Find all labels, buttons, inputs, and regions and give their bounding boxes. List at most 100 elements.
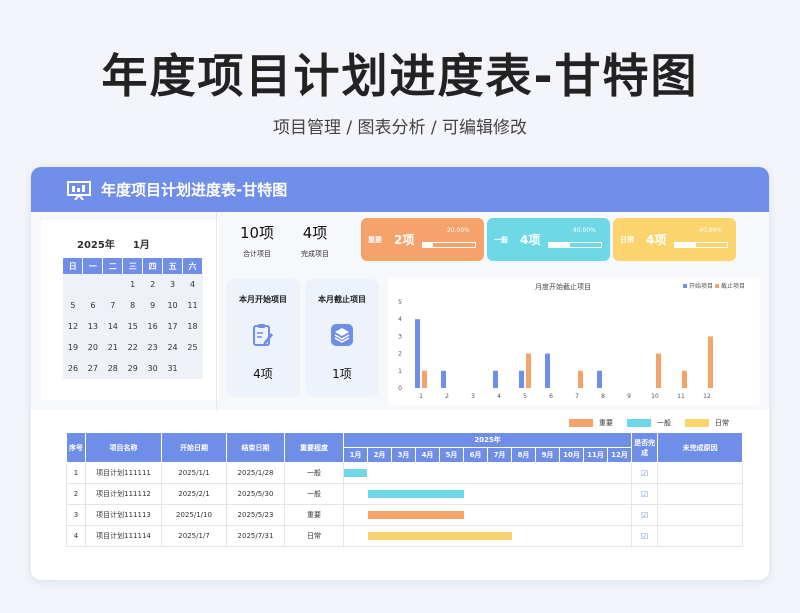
cell-reason[interactable]: [657, 462, 744, 484]
day-cell[interactable]: 28: [102, 358, 123, 379]
day-cell[interactable]: 16: [142, 316, 163, 337]
cell-start[interactable]: 2025/1/10: [161, 504, 227, 526]
cell-end[interactable]: 2025/1/28: [226, 462, 285, 484]
checkbox-checked-icon[interactable]: ☑: [641, 511, 648, 520]
cell-end[interactable]: 2025/7/31: [226, 525, 285, 547]
day-cell[interactable]: [182, 358, 203, 379]
day-cell[interactable]: 31: [162, 358, 183, 379]
sheet-card: 年度项目计划进度表-甘特图 2025年 1月 日 一 二 三 四 五 六 1234: [31, 167, 769, 580]
col-header-importance: 重要程度: [284, 432, 344, 463]
day-cell[interactable]: [63, 274, 83, 295]
cell-done[interactable]: ☑: [631, 525, 659, 547]
cell-start[interactable]: 2025/1/7: [161, 525, 227, 547]
x-tick-label: 3: [471, 393, 475, 400]
day-cell[interactable]: 15: [122, 316, 143, 337]
table-row[interactable]: 3 项目计划111113 2025/1/10 2025/5/23 重要 ☑: [66, 504, 744, 526]
day-cell[interactable]: 21: [102, 337, 123, 358]
category-percent: 40.00%: [699, 227, 722, 234]
category-progress-bar: [422, 242, 476, 248]
day-cell[interactable]: 3: [162, 274, 183, 295]
cell-reason[interactable]: [657, 525, 744, 547]
category-label: 一般: [494, 236, 508, 244]
cell-reason[interactable]: [657, 504, 744, 526]
month-header: 11月: [583, 447, 608, 463]
month-end-card[interactable]: 本月截止项目 1项: [305, 279, 379, 397]
day-cell[interactable]: 10: [162, 295, 183, 316]
day-cell[interactable]: 23: [142, 337, 163, 358]
x-tick-label: 11: [677, 393, 685, 400]
category-progress-bar: [548, 242, 602, 248]
table-row[interactable]: 1 项目计划111111 2025/1/1 2025/1/28 一般 ☑: [66, 462, 744, 484]
category-label: 日常: [620, 236, 634, 244]
cell-end[interactable]: 2025/5/30: [226, 483, 285, 505]
day-cell[interactable]: 20: [82, 337, 103, 358]
day-cell[interactable]: 22: [122, 337, 143, 358]
gantt-table: 序号 项目名称 开始日期 结束日期 重要程度 2025年 是否完成 未完成原因 …: [66, 432, 744, 547]
day-cell[interactable]: 17: [162, 316, 183, 337]
bar: [493, 370, 498, 388]
day-cell[interactable]: 1: [122, 274, 143, 295]
cell-done[interactable]: ☑: [631, 462, 659, 484]
day-cell[interactable]: [102, 274, 123, 295]
day-cell[interactable]: 8: [122, 295, 143, 316]
day-cell[interactable]: 24: [162, 337, 183, 358]
bar: [415, 319, 420, 388]
day-cell[interactable]: 7: [102, 295, 123, 316]
legend-swatch-start: [683, 284, 687, 288]
cell-name[interactable]: 项目计划111112: [85, 483, 162, 505]
table-row[interactable]: 4 项目计划111114 2025/1/7 2025/7/31 日常 ☑: [66, 525, 744, 547]
day-cell[interactable]: 14: [102, 316, 123, 337]
cell-reason[interactable]: [657, 483, 744, 505]
cell-importance[interactable]: 重要: [284, 504, 344, 526]
cell-name[interactable]: 项目计划111114: [85, 525, 162, 547]
day-cell[interactable]: 26: [63, 358, 83, 379]
chart-svg: 月度开始截止项目 开始项目 截止项目 0123451 2 3 4 5 6 7 8 9 10 11 12: [398, 282, 745, 400]
y-tick-label: 2: [398, 351, 402, 358]
day-cell[interactable]: 27: [82, 358, 103, 379]
day-cell[interactable]: 30: [142, 358, 163, 379]
bar: [578, 370, 583, 388]
checkbox-checked-icon[interactable]: ☑: [641, 532, 648, 541]
layers-icon: [331, 324, 353, 346]
cell-name[interactable]: 项目计划111111: [85, 462, 162, 484]
cell-name[interactable]: 项目计划111113: [85, 504, 162, 526]
category-card-important[interactable]: 重要 2项 20.00%: [361, 218, 484, 261]
gantt-bar: [344, 469, 367, 477]
week-row: 12 13 14 15 16 17 18: [63, 316, 203, 337]
page-subtitle: 项目管理 / 图表分析 / 可编辑修改: [272, 118, 528, 138]
table-row[interactable]: 2 项目计划111112 2025/2/1 2025/5/30 一般 ☑: [66, 483, 744, 505]
day-cell[interactable]: 25: [182, 337, 203, 358]
month-start-title: 本月开始项目: [239, 295, 287, 304]
checkbox-checked-icon[interactable]: ☑: [641, 469, 648, 478]
day-cell[interactable]: 11: [182, 295, 203, 316]
day-cell[interactable]: 6: [82, 295, 103, 316]
day-cell[interactable]: 4: [182, 274, 203, 295]
checkbox-checked-icon[interactable]: ☑: [641, 490, 648, 499]
day-cell[interactable]: 29: [122, 358, 143, 379]
legend-swatch-daily: [685, 419, 709, 427]
month-end-title: 本月截止项目: [318, 295, 366, 304]
week-row: 26 27 28 29 30 31: [63, 358, 203, 379]
day-cell[interactable]: 5: [63, 295, 83, 316]
day-cell[interactable]: 12: [63, 316, 83, 337]
category-card-normal[interactable]: 一般 4项 40.00%: [487, 218, 610, 261]
cell-done[interactable]: ☑: [631, 504, 659, 526]
cell-done[interactable]: ☑: [631, 483, 659, 505]
category-card-daily[interactable]: 日常 4项 40.00%: [613, 218, 736, 261]
cell-start[interactable]: 2025/1/1: [161, 462, 227, 484]
chart-marks: 0123451 2 3 4 5 6 7 8 9 10 11 12: [398, 299, 713, 400]
stat-total-value: 10项: [239, 224, 275, 242]
day-cell[interactable]: 13: [82, 316, 103, 337]
cell-importance[interactable]: 一般: [284, 462, 344, 484]
day-cell[interactable]: 19: [63, 337, 83, 358]
day-cell[interactable]: 2: [142, 274, 163, 295]
month-start-card[interactable]: 本月开始项目 4项: [226, 279, 300, 397]
cell-importance[interactable]: 一般: [284, 483, 344, 505]
day-cell[interactable]: 9: [142, 295, 163, 316]
cell-importance[interactable]: 日常: [284, 525, 344, 547]
cell-start[interactable]: 2025/2/1: [161, 483, 227, 505]
day-cell[interactable]: 18: [182, 316, 203, 337]
day-cell[interactable]: [82, 274, 103, 295]
cell-index: 2: [66, 483, 86, 505]
cell-end[interactable]: 2025/5/23: [226, 504, 285, 526]
